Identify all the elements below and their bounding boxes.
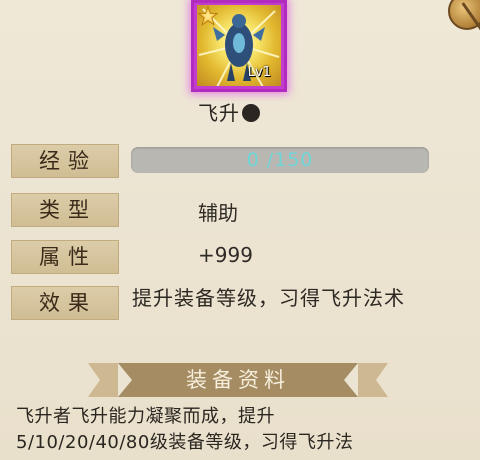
type-value: 辅助 [198, 201, 238, 225]
star-rank-icon [197, 5, 219, 26]
item-artwork: Lv1 [197, 5, 281, 86]
item-name-text: 飞升 [198, 101, 240, 125]
item-detail-panel: Lv1 飞升 经验 0 /150 类型 辅助 属性 +999 效果 提升装备等级… [0, 0, 480, 460]
exp-value: 0 /150 [246, 149, 314, 171]
item-level-label: Lv1 [247, 65, 271, 80]
exp-label: 经验 [11, 144, 119, 178]
effect-value: 提升装备等级，习得飞升法术 [132, 286, 405, 310]
attribute-label: 属性 [11, 240, 119, 274]
exp-progress-bar: 0 /150 [131, 147, 429, 173]
element-dot-icon [242, 104, 260, 122]
item-name: 飞升 [198, 97, 260, 126]
section-title: 装备资料 [186, 368, 290, 392]
type-label: 类型 [11, 193, 119, 227]
effect-label: 效果 [11, 286, 119, 320]
section-banner: 装备资料 [88, 361, 388, 399]
attribute-value: +999 [198, 243, 253, 267]
equipment-description: 飞升者飞升能力凝聚而成，提升 5/10/20/40/80级装备等级，习得飞升法 [16, 406, 354, 453]
item-icon-frame[interactable]: Lv1 [191, 0, 287, 92]
